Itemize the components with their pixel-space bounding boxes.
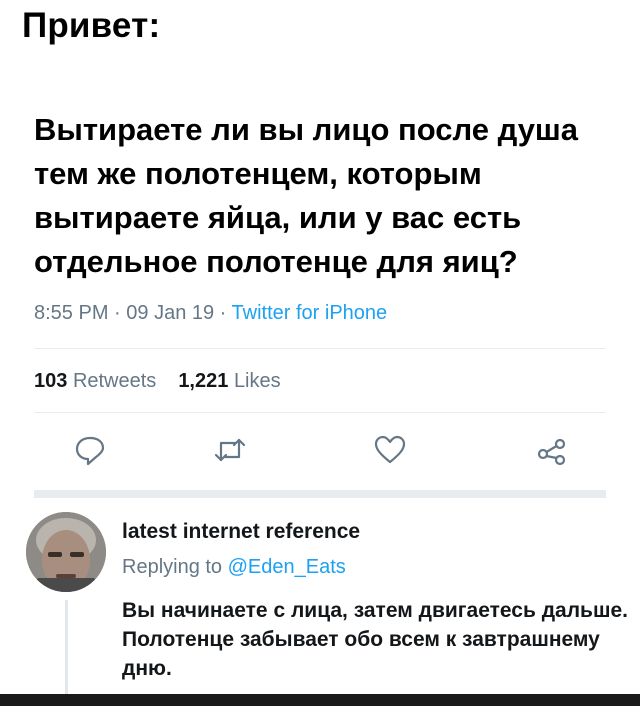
reply-text: Вы начинаете с лица, затем двигаетесь да… [122, 599, 628, 680]
tweet-meta: 8:55 PM · 09 Jan 19 · Twitter for iPhone [34, 302, 387, 325]
tweet-date: 09 Jan 19 [126, 302, 215, 324]
divider [34, 348, 606, 349]
replying-prefix: Replying to [122, 556, 223, 578]
meta-separator: · [108, 302, 127, 324]
avatar[interactable] [26, 512, 106, 592]
share-icon[interactable] [534, 432, 570, 468]
tweet-text: Вытираете ли вы лицо после душа тем же п… [34, 112, 579, 279]
meme-caption: Привет: [22, 6, 161, 45]
tweet-time: 8:55 PM [34, 302, 109, 324]
likes-stat[interactable]: 1,221 Likes [178, 370, 280, 392]
thread-line [65, 600, 68, 696]
tweet-stats: 103 Retweets 1,221 Likes [34, 370, 281, 393]
likes-label: Likes [233, 370, 281, 392]
retweets-label: Retweets [72, 370, 157, 392]
tweet-source-link[interactable]: Twitter for iPhone [232, 302, 388, 324]
retweets-count: 103 [34, 370, 68, 392]
replying-to: Replying to @Eden_Eats [122, 556, 346, 579]
likes-count: 1,221 [178, 370, 229, 392]
bottom-edge-bar [0, 694, 640, 706]
retweets-stat[interactable]: 103 Retweets [34, 370, 156, 392]
retweet-icon[interactable] [212, 432, 248, 468]
meta-separator: · [214, 302, 232, 324]
reply-icon[interactable] [72, 432, 108, 468]
like-icon[interactable] [372, 432, 408, 468]
replying-handle-link[interactable]: @Eden_Eats [228, 556, 346, 578]
reply-author-name[interactable]: latest internet reference [122, 520, 360, 544]
section-divider [34, 490, 606, 498]
tweet-actions [0, 432, 640, 472]
divider [34, 412, 606, 413]
